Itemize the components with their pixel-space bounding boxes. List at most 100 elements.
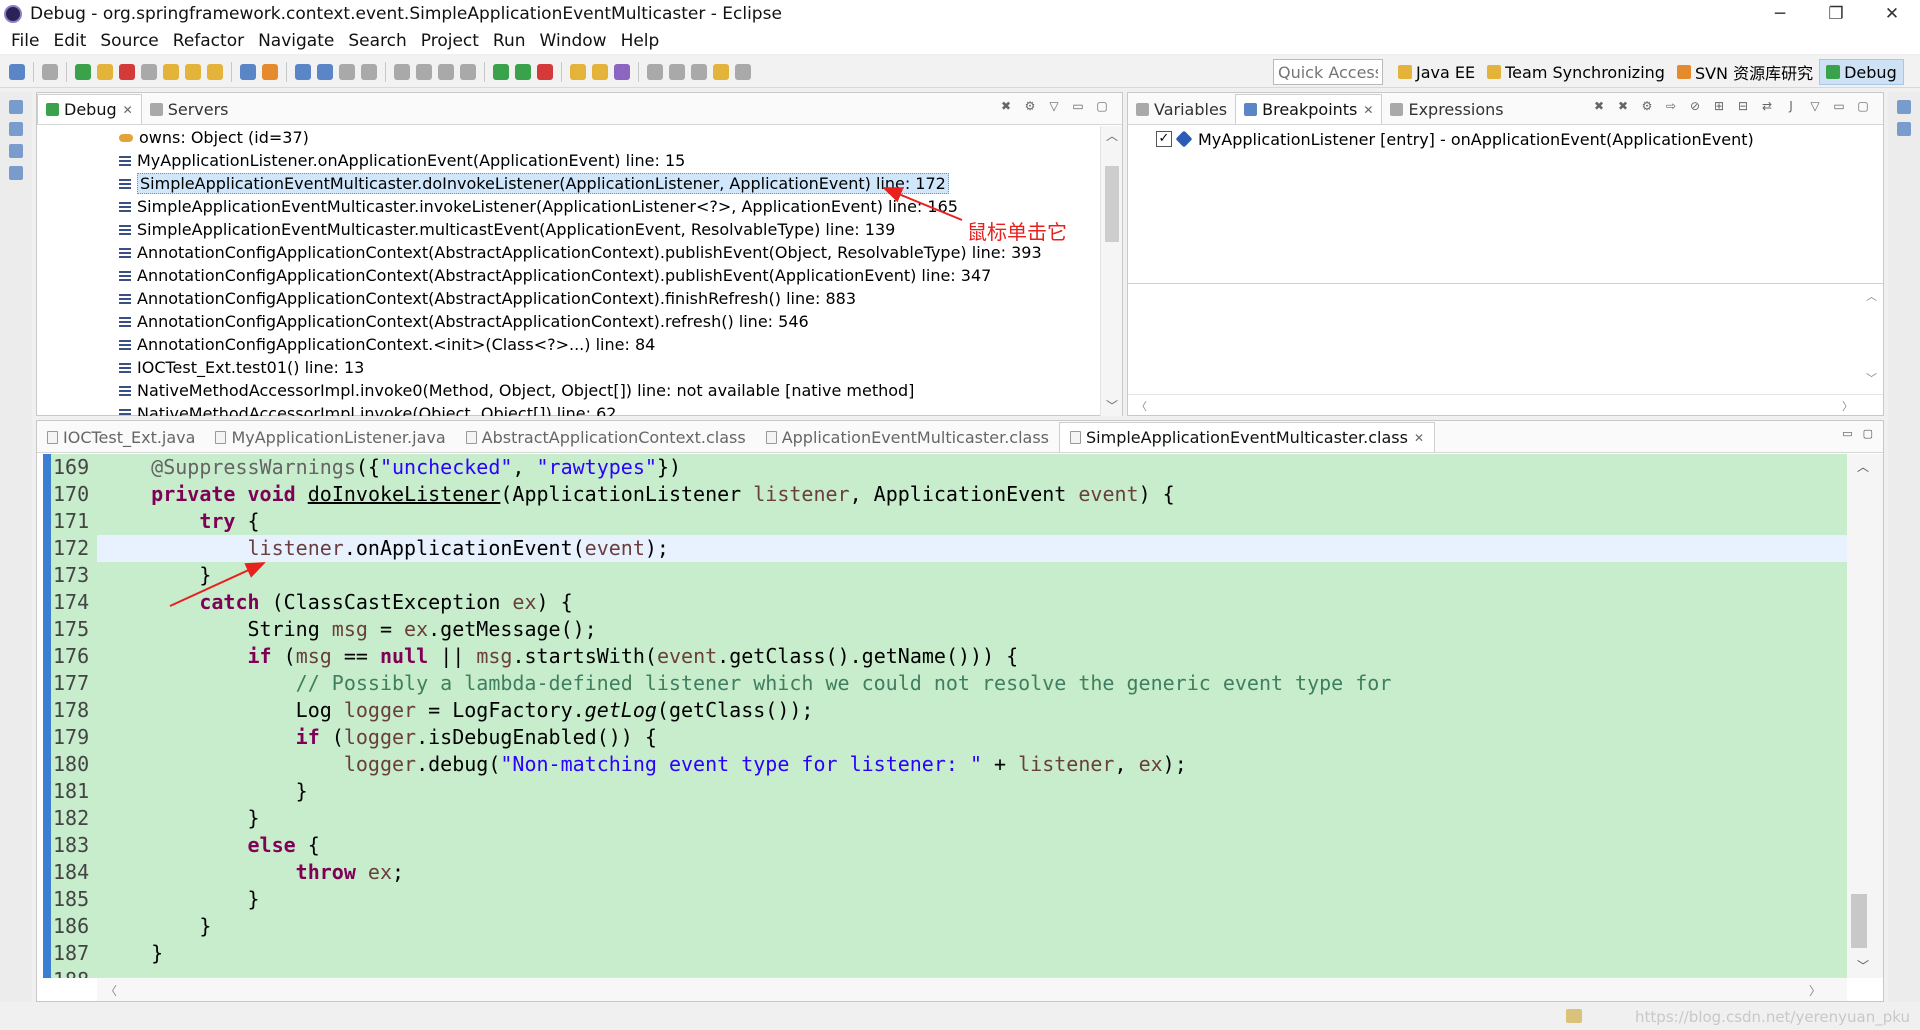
detail-scrollbar[interactable]: ︿ ﹀ bbox=[1861, 284, 1883, 394]
close-button[interactable]: ✕ bbox=[1864, 0, 1920, 28]
debug-run-icon[interactable] bbox=[493, 63, 509, 80]
back-icon[interactable] bbox=[713, 63, 729, 80]
detail-hscrollbar[interactable]: 〈 〉 bbox=[1128, 394, 1883, 416]
collapse-icon[interactable]: ⚙ bbox=[1023, 99, 1037, 113]
restore-view-icon[interactable] bbox=[9, 100, 23, 114]
breakpoint-checkbox[interactable]: ✓ bbox=[1156, 131, 1172, 147]
code-line[interactable]: catch (ClassCastException ex) { bbox=[97, 589, 1847, 616]
use-step-filters-icon[interactable] bbox=[262, 63, 278, 80]
open-folder-icon[interactable] bbox=[570, 63, 586, 80]
code-line[interactable]: } bbox=[97, 562, 1847, 589]
console-icon[interactable] bbox=[9, 122, 23, 136]
scrollbar-thumb[interactable] bbox=[1105, 166, 1119, 242]
debug-view-scrollbar[interactable]: ︿ ﹀ bbox=[1100, 126, 1122, 416]
expand-all-icon[interactable]: ⊞ bbox=[1712, 99, 1726, 113]
close-icon[interactable]: ✕ bbox=[1363, 103, 1373, 117]
code-line[interactable]: try { bbox=[97, 508, 1847, 535]
search-icon[interactable] bbox=[614, 63, 630, 80]
block-select-icon[interactable] bbox=[460, 63, 476, 80]
tab-servers[interactable]: Servers bbox=[142, 94, 237, 124]
code-line[interactable]: else { bbox=[97, 832, 1847, 859]
stack-frame[interactable]: owns: Object (id=37) bbox=[37, 126, 1101, 149]
editor-tab[interactable]: AbstractApplicationContext.class bbox=[456, 422, 756, 452]
outline-icon[interactable] bbox=[1897, 122, 1911, 136]
menu-refactor[interactable]: Refactor bbox=[166, 31, 251, 51]
menu-run[interactable]: Run bbox=[486, 31, 533, 51]
code-line[interactable]: String msg = ex.getMessage(); bbox=[97, 616, 1847, 643]
tab-breakpoints[interactable]: Breakpoints ✕ bbox=[1235, 94, 1383, 124]
close-icon[interactable]: ✕ bbox=[1414, 431, 1424, 445]
scroll-down-icon[interactable]: ﹀ bbox=[1857, 957, 1869, 974]
code-line[interactable]: listener.onApplicationEvent(event); bbox=[97, 535, 1847, 562]
forward-icon[interactable] bbox=[735, 63, 751, 80]
maximize-icon[interactable]: ▢ bbox=[1095, 99, 1109, 113]
copy-icon[interactable] bbox=[361, 63, 377, 80]
code-line[interactable]: throw ex; bbox=[97, 859, 1847, 886]
save-icon[interactable] bbox=[9, 63, 25, 80]
scroll-left-icon[interactable]: 〈 bbox=[105, 982, 117, 999]
stack-frame[interactable]: AnnotationConfigApplicationContext(Abstr… bbox=[37, 310, 1101, 333]
step-into-icon[interactable] bbox=[163, 63, 179, 80]
external-tools-icon[interactable] bbox=[537, 63, 553, 80]
tab-variables[interactable]: Variables bbox=[1128, 94, 1235, 124]
run-icon[interactable] bbox=[515, 63, 531, 80]
stack-frame-selected[interactable]: SimpleApplicationEventMulticaster.doInvo… bbox=[37, 172, 1101, 195]
scroll-right-icon[interactable]: 〉 bbox=[1842, 398, 1853, 414]
tab-debug[interactable]: Debug ✕ bbox=[37, 94, 142, 124]
perspective-svn[interactable]: SVN 资源库研究 bbox=[1671, 59, 1819, 85]
code-line[interactable]: } bbox=[97, 805, 1847, 832]
new-package-icon[interactable] bbox=[592, 63, 608, 80]
terminate-icon[interactable] bbox=[119, 63, 135, 80]
view-menu-icon[interactable]: ▽ bbox=[1808, 99, 1822, 113]
print-icon[interactable] bbox=[339, 63, 355, 80]
minimize-button[interactable]: ─ bbox=[1752, 0, 1808, 28]
code-line[interactable]: if (msg == null || msg.startsWith(event.… bbox=[97, 643, 1847, 670]
close-icon[interactable]: ✕ bbox=[123, 103, 133, 117]
menu-search[interactable]: Search bbox=[341, 31, 413, 51]
show-supported-icon[interactable]: ⚙ bbox=[1640, 99, 1654, 113]
toggle-mark-icon[interactable] bbox=[394, 63, 410, 80]
open-type-icon[interactable] bbox=[317, 63, 333, 80]
next-annotation-icon[interactable] bbox=[647, 63, 663, 80]
source-code[interactable]: @SuppressWarnings({"unchecked", "rawtype… bbox=[97, 454, 1847, 978]
link-icon[interactable]: ⇄ bbox=[1760, 99, 1774, 113]
word-wrap-icon[interactable] bbox=[438, 63, 454, 80]
skip-breakpoints-icon[interactable] bbox=[42, 63, 58, 80]
java-exception-icon[interactable]: J bbox=[1784, 99, 1798, 113]
quick-access-input[interactable] bbox=[1273, 59, 1383, 85]
code-line[interactable]: Log logger = LogFactory.getLog(getClass(… bbox=[97, 697, 1847, 724]
remove-breakpoint-icon[interactable]: ✖ bbox=[1592, 99, 1606, 113]
code-area[interactable]: 169 170 171 172 173 174 175 176 177 178 … bbox=[37, 454, 1847, 978]
scroll-up-icon[interactable]: ︿ bbox=[1101, 126, 1123, 146]
stack-frame[interactable]: MyApplicationListener.onApplicationEvent… bbox=[37, 149, 1101, 172]
maximize-icon[interactable]: ▢ bbox=[1863, 427, 1873, 440]
code-line[interactable]: } bbox=[97, 940, 1847, 967]
scroll-down-icon[interactable]: ﹀ bbox=[1866, 370, 1877, 386]
breakpoint-item[interactable]: ✓ MyApplicationListener [entry] - onAppl… bbox=[1128, 126, 1883, 152]
code-line[interactable]: } bbox=[97, 913, 1847, 940]
scrollbar-thumb[interactable] bbox=[1851, 894, 1867, 948]
stack-frame[interactable]: NativeMethodAccessorImpl.invoke(Object, … bbox=[37, 402, 1101, 416]
minimize-icon[interactable]: ▭ bbox=[1842, 427, 1852, 440]
progress-icon[interactable] bbox=[1566, 1009, 1582, 1023]
stack-frame[interactable]: AnnotationConfigApplicationContext(Abstr… bbox=[37, 264, 1101, 287]
drop-to-frame-icon[interactable] bbox=[240, 63, 256, 80]
scroll-right-icon[interactable]: 〉 bbox=[1809, 982, 1821, 999]
view-menu-icon[interactable]: ▽ bbox=[1047, 99, 1061, 113]
code-line[interactable]: private void doInvokeListener(Applicatio… bbox=[97, 481, 1847, 508]
menu-navigate[interactable]: Navigate bbox=[251, 31, 341, 51]
problems-icon[interactable] bbox=[9, 166, 23, 180]
code-line[interactable]: } bbox=[97, 886, 1847, 913]
code-line[interactable]: @SuppressWarnings({"unchecked", "rawtype… bbox=[97, 454, 1847, 481]
new-icon[interactable] bbox=[295, 63, 311, 80]
last-edit-icon[interactable] bbox=[691, 63, 707, 80]
menu-file[interactable]: File bbox=[4, 31, 46, 51]
minimize-icon[interactable]: ▭ bbox=[1071, 99, 1085, 113]
menu-edit[interactable]: Edit bbox=[46, 31, 93, 51]
scroll-left-icon[interactable]: 〈 bbox=[1136, 398, 1147, 414]
resume-icon[interactable] bbox=[75, 63, 91, 80]
stack-frame[interactable]: IOCTest_Ext.test01() line: 13 bbox=[37, 356, 1101, 379]
menu-project[interactable]: Project bbox=[414, 31, 486, 51]
remove-all-icon[interactable]: ✖ bbox=[1616, 99, 1630, 113]
menu-source[interactable]: Source bbox=[93, 31, 165, 51]
